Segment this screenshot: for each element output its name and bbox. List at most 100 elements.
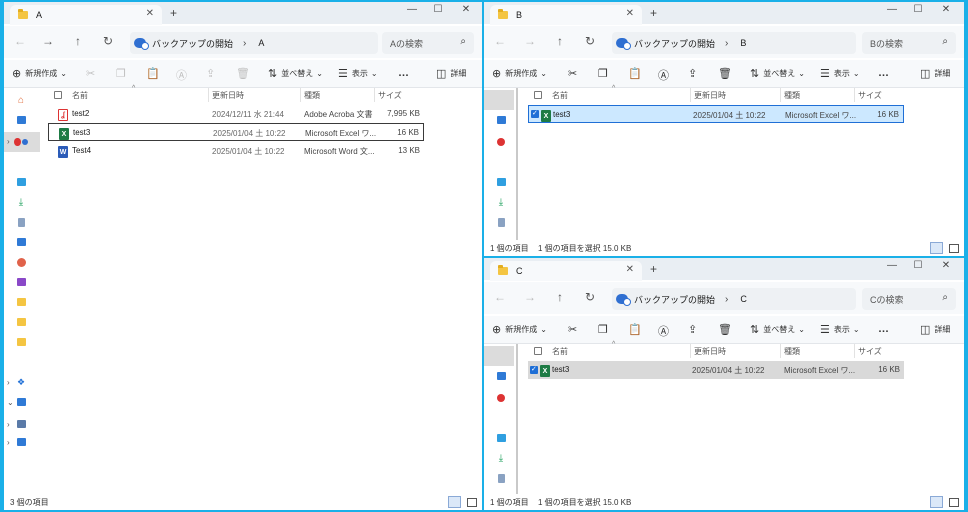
- sort-button[interactable]: ⇅ 並べ替え ⌄: [268, 67, 323, 80]
- cut-button[interactable]: ✂: [568, 67, 581, 80]
- documents-icon[interactable]: [14, 216, 28, 228]
- new-tab-button[interactable]: +: [170, 6, 177, 20]
- forward-arrow-icon[interactable]: →: [40, 34, 56, 48]
- dropbox-icon[interactable]: ❖: [14, 376, 28, 388]
- more-button[interactable]: …: [398, 67, 409, 79]
- onedrive-error-icon[interactable]: [494, 392, 508, 404]
- view-button[interactable]: ☰ 表示 ⌄: [820, 323, 860, 336]
- music-icon[interactable]: [14, 256, 28, 268]
- chevron-right-icon[interactable]: ›: [7, 420, 10, 429]
- back-arrow-icon[interactable]: ←: [12, 34, 28, 48]
- search-input[interactable]: Cの検索 ⌕: [862, 288, 956, 310]
- close-tab-icon[interactable]: ✕: [146, 8, 154, 19]
- column-divider[interactable]: [780, 88, 781, 102]
- cut-button[interactable]: ✂: [568, 323, 581, 336]
- select-all-checkbox[interactable]: [534, 347, 542, 355]
- column-date[interactable]: 更新日時: [694, 346, 726, 357]
- tab-c[interactable]: C ✕: [490, 261, 642, 281]
- column-type[interactable]: 種類: [784, 346, 800, 357]
- file-row-selected[interactable]: X test3 2025/01/04 土 10:22 Microsoft Exc…: [528, 361, 904, 379]
- delete-button[interactable]: 🗑: [718, 323, 736, 336]
- new-tab-button[interactable]: +: [650, 6, 657, 20]
- more-button[interactable]: …: [878, 323, 889, 335]
- folder-icon[interactable]: [14, 336, 28, 348]
- search-input[interactable]: Aの検索 ⌕: [382, 32, 474, 54]
- row-checkbox[interactable]: [531, 109, 539, 118]
- sort-button[interactable]: ⇅ 並べ替え ⌄: [750, 323, 805, 336]
- refresh-icon[interactable]: ↻: [582, 34, 598, 48]
- breadcrumb-root[interactable]: バックアップの開始: [634, 37, 715, 50]
- row-checkbox[interactable]: [530, 365, 538, 374]
- column-size[interactable]: サイズ: [858, 346, 882, 357]
- close-tab-icon[interactable]: ✕: [626, 8, 634, 19]
- gallery-icon[interactable]: [494, 114, 508, 126]
- network-drive-icon[interactable]: [14, 418, 28, 430]
- column-size[interactable]: サイズ: [858, 90, 882, 101]
- downloads-icon[interactable]: ⤓: [14, 196, 28, 208]
- onedrive-selected-item[interactable]: [484, 90, 514, 110]
- new-button[interactable]: ⊕ 新規作成 ⌄: [492, 323, 547, 336]
- breadcrumb-current[interactable]: A: [258, 38, 264, 48]
- nav-pane-divider[interactable]: [516, 88, 518, 240]
- rename-button[interactable]: Ⓐ: [658, 67, 673, 83]
- maximize-button[interactable]: ☐: [428, 4, 448, 15]
- close-tab-icon[interactable]: ✕: [626, 264, 634, 275]
- documents-icon[interactable]: [494, 472, 508, 484]
- details-view-button[interactable]: [448, 496, 461, 508]
- minimize-button[interactable]: —: [402, 4, 422, 15]
- pictures-icon[interactable]: [14, 236, 28, 248]
- up-arrow-icon[interactable]: ↑: [552, 290, 568, 304]
- chevron-right-icon[interactable]: ›: [7, 137, 10, 146]
- this-pc-icon[interactable]: [14, 396, 28, 408]
- desktop-icon[interactable]: [494, 176, 508, 188]
- onedrive-error-icon[interactable]: [14, 136, 28, 148]
- breadcrumb-root[interactable]: バックアップの開始: [634, 293, 715, 306]
- share-button[interactable]: ⇪: [688, 323, 701, 336]
- file-row-selected[interactable]: X test3 2025/01/04 土 10:22 Microsoft Exc…: [528, 105, 904, 123]
- column-divider[interactable]: [690, 344, 691, 358]
- downloads-icon[interactable]: ⤓: [494, 452, 508, 464]
- nav-pane-divider[interactable]: [516, 344, 518, 494]
- gallery-icon[interactable]: [14, 114, 28, 126]
- folder-icon[interactable]: [14, 296, 28, 308]
- new-tab-button[interactable]: +: [650, 262, 657, 276]
- column-name[interactable]: 名前: [72, 90, 88, 101]
- desktop-icon[interactable]: [14, 176, 28, 188]
- breadcrumb-current[interactable]: C: [740, 294, 747, 304]
- column-size[interactable]: サイズ: [378, 90, 402, 101]
- maximize-button[interactable]: ☐: [908, 4, 928, 15]
- share-button[interactable]: ⇪: [206, 67, 219, 80]
- file-row[interactable]: ʆ test2 2024/12/11 水 21:44 Adobe Acroba …: [48, 105, 424, 123]
- onedrive-error-icon[interactable]: [494, 136, 508, 148]
- close-window-button[interactable]: ✕: [936, 260, 956, 271]
- column-type[interactable]: 種類: [304, 90, 320, 101]
- refresh-icon[interactable]: ↻: [100, 34, 116, 48]
- paste-button[interactable]: 📋: [146, 67, 164, 80]
- videos-icon[interactable]: [14, 276, 28, 288]
- downloads-icon[interactable]: ⤓: [494, 196, 508, 208]
- maximize-button[interactable]: ☐: [908, 260, 928, 271]
- column-name[interactable]: 名前: [552, 90, 568, 101]
- gallery-icon[interactable]: [494, 370, 508, 382]
- new-button[interactable]: ⊕ 新規作成 ⌄: [12, 67, 67, 80]
- column-divider[interactable]: [208, 88, 209, 102]
- view-button[interactable]: ☰ 表示 ⌄: [820, 67, 860, 80]
- details-button[interactable]: ◫ 詳細: [920, 67, 950, 80]
- breadcrumb-root[interactable]: バックアップの開始: [152, 37, 233, 50]
- column-date[interactable]: 更新日時: [694, 90, 726, 101]
- view-button[interactable]: ☰ 表示 ⌄: [338, 67, 378, 80]
- copy-button[interactable]: ❐: [598, 67, 612, 80]
- column-divider[interactable]: [300, 88, 301, 102]
- close-window-button[interactable]: ✕: [456, 4, 476, 15]
- address-bar[interactable]: バックアップの開始 › C: [612, 288, 856, 310]
- cut-button[interactable]: ✂: [86, 67, 99, 80]
- file-row[interactable]: W Test4 2025/01/04 土 10:22 Microsoft Wor…: [48, 142, 424, 160]
- network-icon[interactable]: [14, 436, 28, 448]
- address-bar[interactable]: バックアップの開始 › B: [612, 32, 856, 54]
- details-view-button[interactable]: [930, 496, 943, 508]
- tiles-view-button[interactable]: [949, 244, 959, 253]
- chevron-right-icon[interactable]: ›: [7, 438, 10, 447]
- close-window-button[interactable]: ✕: [936, 4, 956, 15]
- chevron-right-icon[interactable]: ›: [7, 378, 10, 387]
- breadcrumb-current[interactable]: B: [740, 38, 746, 48]
